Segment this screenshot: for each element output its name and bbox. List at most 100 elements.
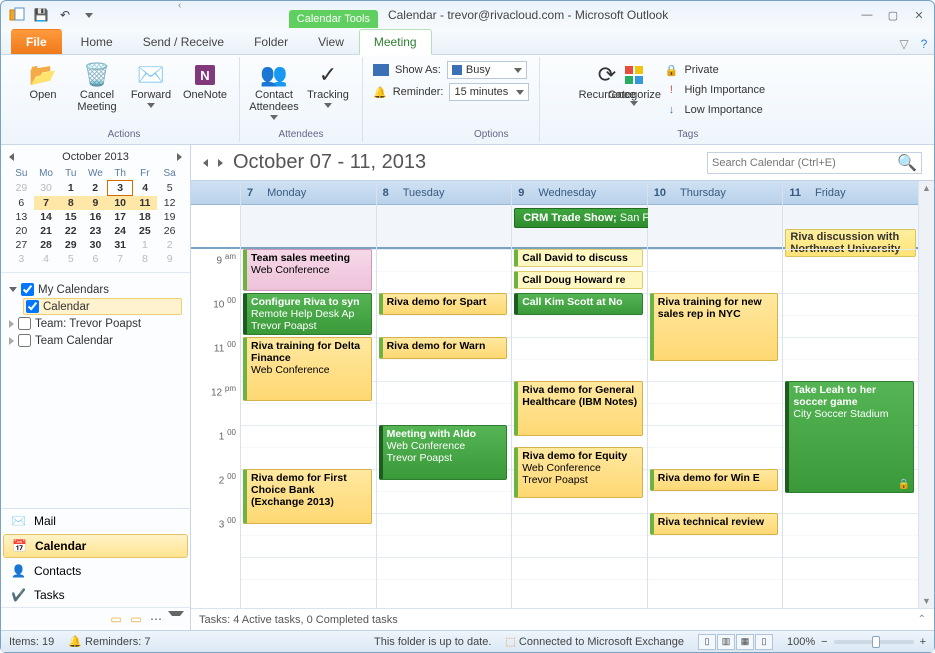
next-week-icon[interactable] [218, 159, 223, 167]
prev-week-icon[interactable] [203, 159, 208, 167]
calendar-event[interactable]: Riva demo for Win E [650, 469, 779, 491]
view-reading-icon[interactable]: ▥ [717, 634, 735, 650]
mini-cal-day[interactable]: 2 [157, 238, 182, 252]
team-trevor-checkbox[interactable] [18, 317, 31, 330]
zoom-out-icon[interactable]: − [821, 636, 827, 648]
mini-cal-day[interactable]: 21 [34, 224, 59, 238]
day-column[interactable]: 11FridayRiva discussion with Northwest U… [783, 181, 918, 608]
scroll-up-icon[interactable]: ▲ [920, 181, 933, 195]
day-header[interactable]: 10Thursday [648, 181, 783, 205]
tracking-button[interactable]: ✓Tracking [304, 59, 352, 108]
mini-cal-grid[interactable]: SuMoTuWeThFrSa 2930123456789101112131415… [9, 167, 182, 266]
calendar-event[interactable]: Configure Riva to synRemote Help Desk Ap… [243, 293, 372, 335]
calendar-event[interactable]: Riva demo for Spart [379, 293, 508, 315]
mini-cal-day[interactable]: 29 [58, 238, 83, 252]
mini-cal-day[interactable]: 3 [9, 252, 34, 266]
outlook-icon[interactable] [7, 5, 27, 25]
team-trevor-node[interactable]: Team: Trevor Poapst [9, 315, 182, 332]
tasks-summary-row[interactable]: Tasks: 4 Active tasks, 0 Completed tasks… [191, 608, 934, 630]
vertical-scrollbar[interactable]: ▲ ▼ [918, 181, 934, 608]
contact-attendees-button[interactable]: 👥Contact Attendees [250, 59, 298, 120]
mini-cal-day[interactable]: 27 [9, 238, 34, 252]
day-header[interactable]: 9Wednesday [512, 181, 647, 205]
mini-cal-day[interactable]: 1 [58, 181, 83, 196]
calendar-grid[interactable]: 9 am10 0011 0012 pm1 002 003 00 7MondayT… [191, 180, 934, 608]
minimize-button[interactable]: — [858, 6, 876, 24]
mini-cal-day[interactable]: 5 [58, 252, 83, 266]
team-calendar-checkbox[interactable] [18, 334, 31, 347]
allday-area[interactable] [377, 205, 512, 249]
low-importance-button[interactable]: ↓Low Importance [664, 101, 765, 119]
calendar-event[interactable]: Riva demo for Warn [379, 337, 508, 359]
tab-send-receive[interactable]: Send / Receive [128, 29, 239, 54]
tab-view[interactable]: View [303, 29, 359, 54]
calendar-node[interactable]: Calendar [23, 298, 182, 315]
mini-cal-day[interactable]: 22 [58, 224, 83, 238]
recurrence-button[interactable]: ⟳Recurrence [583, 59, 631, 101]
qat-dropdown-icon[interactable] [79, 5, 99, 25]
nav-mail[interactable]: ✉️Mail [1, 509, 190, 533]
reminder-combo[interactable]: 15 minutes [449, 83, 529, 101]
qat-undo-icon[interactable]: ↶ [55, 5, 75, 25]
calendar-event[interactable]: Call Doug Howard re [514, 271, 643, 289]
mini-cal-day[interactable]: 10 [108, 196, 133, 211]
zoom-in-icon[interactable]: + [920, 636, 926, 648]
mini-cal-day[interactable]: 11 [133, 196, 158, 211]
day-header[interactable]: 11Friday [783, 181, 918, 205]
mini-cal-day[interactable]: 4 [133, 181, 158, 196]
mini-cal-day[interactable]: 29 [9, 181, 34, 196]
mini-cal-day[interactable]: 9 [83, 196, 108, 211]
tasks-expand-icon[interactable]: ⌃ [918, 614, 926, 625]
mini-cal-day[interactable]: 12 [157, 196, 182, 211]
day-header[interactable]: 7Monday [241, 181, 376, 205]
mini-cal-day[interactable]: 14 [34, 210, 59, 224]
open-button[interactable]: 📂Open [19, 59, 67, 101]
qat-save-icon[interactable]: 💾 [31, 5, 51, 25]
mini-cal-day[interactable]: 30 [34, 181, 59, 196]
calendar-event[interactable]: Team sales meetingWeb Conference [243, 249, 372, 291]
mini-cal-day[interactable]: 20 [9, 224, 34, 238]
mini-cal-day[interactable]: 2 [83, 181, 108, 196]
mini-cal-day[interactable]: 23 [83, 224, 108, 238]
day-header[interactable]: 8Tuesday [377, 181, 512, 205]
search-input[interactable] [712, 157, 897, 169]
close-button[interactable]: ✕ [910, 6, 928, 24]
help-icon[interactable]: ? [914, 34, 934, 54]
nav-shortcuts-icon[interactable]: ⋯ [148, 611, 164, 627]
calendar-event[interactable]: Riva technical review [650, 513, 779, 535]
mini-cal-day[interactable]: 26 [157, 224, 182, 238]
mini-cal-day[interactable]: 17 [108, 210, 133, 224]
maximize-button[interactable]: ▢ [884, 6, 902, 24]
private-button[interactable]: 🔒Private [664, 61, 765, 79]
mini-cal-day[interactable]: 15 [58, 210, 83, 224]
tab-home[interactable]: Home [66, 29, 128, 54]
date-navigator[interactable]: October 2013 SuMoTuWeThFrSa 293012345678… [1, 145, 190, 272]
day-column[interactable]: 10ThursdayRiva training for new sales re… [648, 181, 784, 608]
mini-cal-day[interactable]: 18 [133, 210, 158, 224]
mini-cal-day[interactable]: 30 [83, 238, 108, 252]
mini-cal-day[interactable]: 6 [83, 252, 108, 266]
mini-cal-day[interactable]: 9 [157, 252, 182, 266]
mini-cal-day[interactable]: 5 [157, 181, 182, 196]
mini-cal-day[interactable]: 28 [34, 238, 59, 252]
day-column[interactable]: 7Monday Team sales meetingWeb ConferenceC… [241, 181, 377, 608]
calendar-event[interactable]: Call Kim Scott at No [514, 293, 643, 315]
view-normal-icon[interactable]: ▯ [698, 634, 716, 650]
search-box[interactable]: 🔍 [707, 152, 922, 174]
nav-calendar[interactable]: 📅Calendar [3, 534, 188, 558]
mini-cal-day[interactable]: 25 [133, 224, 158, 238]
mini-cal-day[interactable]: 16 [83, 210, 108, 224]
status-reminders[interactable]: 🔔 Reminders: 7 [68, 635, 150, 648]
nav-notes-icon[interactable]: ▭ [128, 611, 144, 627]
next-month-icon[interactable] [177, 153, 182, 161]
view-switcher[interactable]: ▯ ▥ ▦ ▯ [698, 634, 773, 650]
nav-tasks[interactable]: ✔️Tasks [1, 583, 190, 607]
view-list-icon[interactable]: ▦ [736, 634, 754, 650]
team-calendar-node[interactable]: Team Calendar [9, 332, 182, 349]
mini-cal-day[interactable]: 13 [9, 210, 34, 224]
mini-cal-day[interactable]: 4 [34, 252, 59, 266]
allday-area[interactable]: Riva discussion with Northwest Universit… [783, 205, 918, 249]
scroll-down-icon[interactable]: ▼ [920, 594, 933, 608]
mini-cal-day[interactable]: 6 [9, 196, 34, 211]
my-calendars-node[interactable]: My Calendars [9, 281, 182, 298]
